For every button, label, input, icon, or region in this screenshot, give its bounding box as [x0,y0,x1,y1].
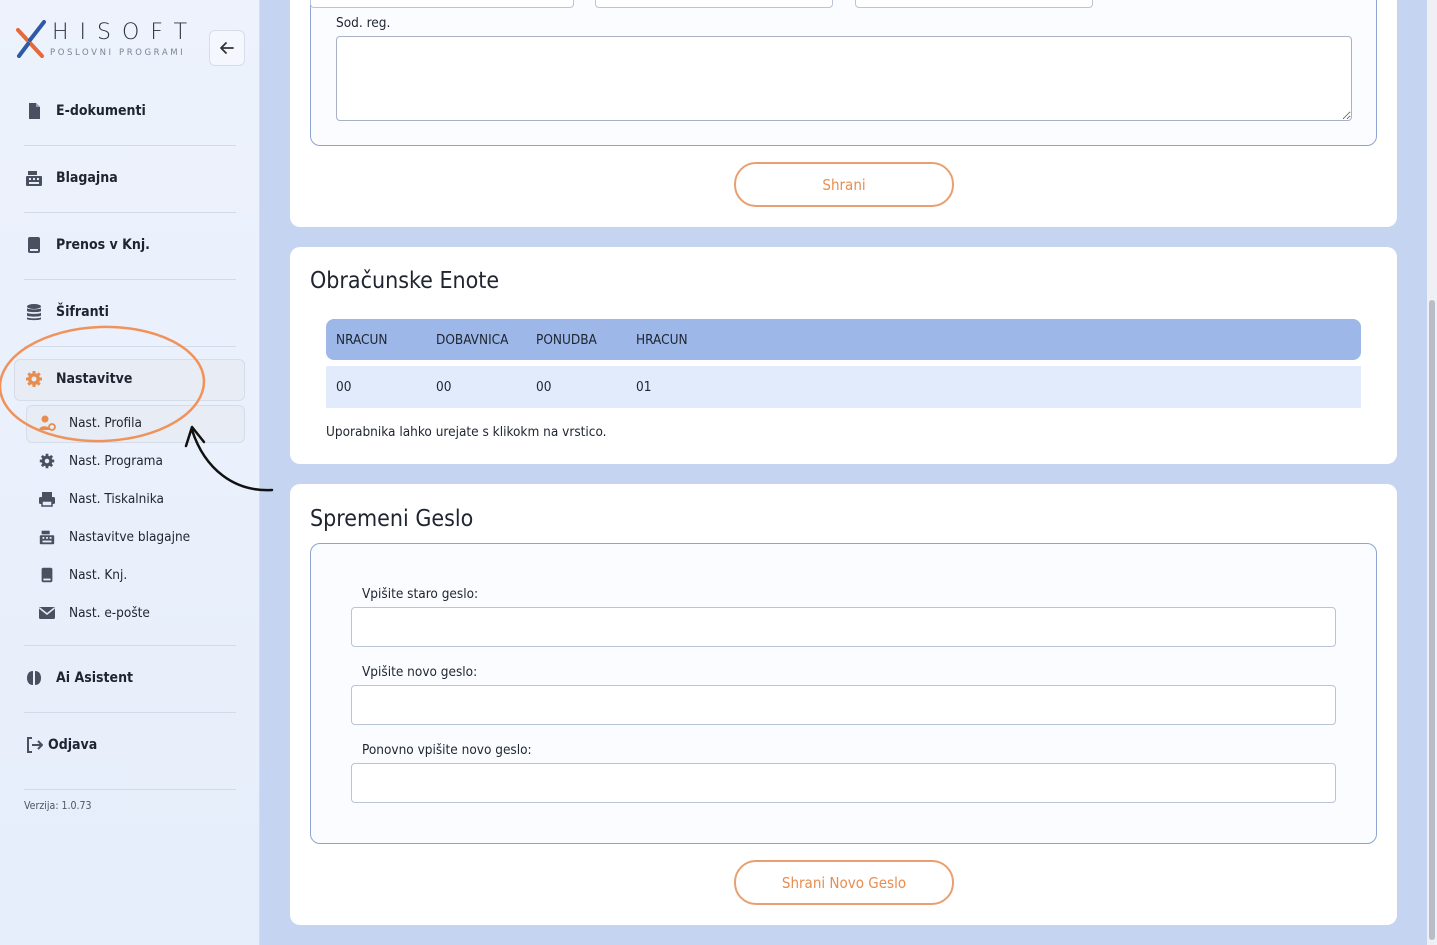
sub-item-nast-knj[interactable]: Nast. Knj. [38,566,127,584]
book-icon [28,237,40,253]
sod-reg-label: Sod. reg. [336,15,391,31]
cash-register-icon [39,530,55,545]
database-icon [27,304,41,321]
units-title: Obračunske Enote [310,268,500,294]
sub-item-nastavitve-blagajne[interactable]: Nastavitve blagajne [38,528,190,546]
divider [24,279,236,280]
sub-item-label: Nast. e-pošte [69,605,150,621]
sub-item-label: Nast. Tiskalnika [69,491,164,507]
sidebar-item-prenos[interactable]: Prenos v Knj. [24,235,150,255]
table-cell: 01 [636,379,652,395]
sidebar-item-nastavitve[interactable]: Nastavitve [24,369,132,389]
company-field-3[interactable] [855,0,1093,8]
table-row[interactable]: 00 00 00 01 [326,366,1361,408]
sidebar-item-e-dokumenti[interactable]: E-dokumenti [24,101,146,121]
gear-icon [26,371,42,387]
logo-name: HISOFT [52,20,199,45]
repeat-password-input[interactable] [351,763,1336,803]
column-header: NRACUN [336,331,388,348]
sidebar-item-odjava[interactable]: Odjava [24,735,97,755]
units-table-header: NRACUN DOBAVNICA PONUDBA HRACUN [326,319,1361,360]
printer-icon [39,492,55,507]
page-scrollbar[interactable] [1427,0,1437,945]
new-password-label: Vpišite novo geslo: [362,664,478,680]
save-new-password-button[interactable]: Shrani Novo Geslo [734,860,954,905]
sidebar-item-label: E-dokumenti [56,103,146,119]
company-form-box: Sod. reg. [310,0,1377,146]
sidebar-item-label: Blagajna [56,170,118,186]
collapse-sidebar-button[interactable] [209,30,245,66]
old-password-label: Vpišite staro geslo: [362,586,479,602]
column-header: PONUDBA [536,331,597,348]
table-cell: 00 [436,379,452,395]
sidebar-item-ai-asistent[interactable]: Ai Asistent [24,668,133,688]
new-password-input[interactable] [351,685,1336,725]
password-title: Spremeni Geslo [310,506,474,532]
company-card: Sod. reg. Shrani [290,0,1397,227]
sod-reg-textarea[interactable] [336,36,1352,121]
sidebar-item-label: Nastavitve [56,371,133,387]
old-password-input[interactable] [351,607,1336,647]
arrow-left-icon [220,42,234,54]
sidebar: HISOFT POSLOVNI PROGRAMI E-dokumenti Bla… [0,0,260,945]
divider [24,789,236,790]
password-card: Spremeni Geslo Vpišite staro geslo: Vpiš… [290,484,1397,925]
divider [24,145,236,146]
table-cell: 00 [336,379,352,395]
sub-item-label: Nast. Profila [69,415,143,431]
divider [24,346,236,347]
sidebar-item-label: Šifranti [56,304,109,320]
units-card: Obračunske Enote NRACUN DOBAVNICA PONUDB… [290,247,1397,464]
divider [24,645,236,646]
scrollbar-thumb[interactable] [1429,300,1435,940]
divider [24,712,236,713]
password-form-box: Vpišite staro geslo: Vpišite novo geslo:… [310,543,1377,844]
table-cell: 00 [536,379,552,395]
sub-item-nast-tiskalnika[interactable]: Nast. Tiskalnika [38,490,164,508]
repeat-password-label: Ponovno vpišite novo geslo: [362,742,532,758]
sub-item-label: Nastavitve blagajne [69,529,191,545]
sub-item-nast-programa[interactable]: Nast. Programa [38,452,163,470]
book-icon [41,567,53,583]
sidebar-item-blagajna[interactable]: Blagajna [24,168,118,188]
gear-icon [39,453,55,469]
brain-icon [27,671,41,685]
divider [24,212,236,213]
hisoft-logo[interactable]: HISOFT POSLOVNI PROGRAMI [16,20,196,64]
sidebar-item-label: Prenos v Knj. [56,237,150,253]
company-field-2[interactable] [595,0,833,8]
sidebar-item-label: Ai Asistent [56,670,134,686]
version-label: Verzija: 1.0.73 [24,800,92,812]
sub-item-nast-eposte[interactable]: Nast. e-pošte [38,604,150,622]
column-header: HRACUN [636,331,688,348]
user-gear-icon [39,415,56,431]
sub-item-nast-profila[interactable]: Nast. Profila [38,414,142,432]
company-field-1[interactable] [310,0,574,8]
envelope-icon [39,607,55,619]
logout-icon [27,737,43,753]
column-header: DOBAVNICA [436,331,509,348]
sidebar-item-sifranti[interactable]: Šifranti [24,302,109,322]
save-button[interactable]: Shrani [734,162,954,207]
cash-register-icon [26,171,42,186]
file-icon [29,103,40,119]
sub-item-label: Nast. Programa [69,453,163,469]
logo-x-icon [16,20,46,58]
logo-tagline: POSLOVNI PROGRAMI [50,48,186,58]
sub-item-label: Nast. Knj. [69,567,128,583]
table-hint: Uporabnika lahko urejate s klikokm na vr… [326,424,607,440]
sidebar-item-label: Odjava [48,737,98,753]
